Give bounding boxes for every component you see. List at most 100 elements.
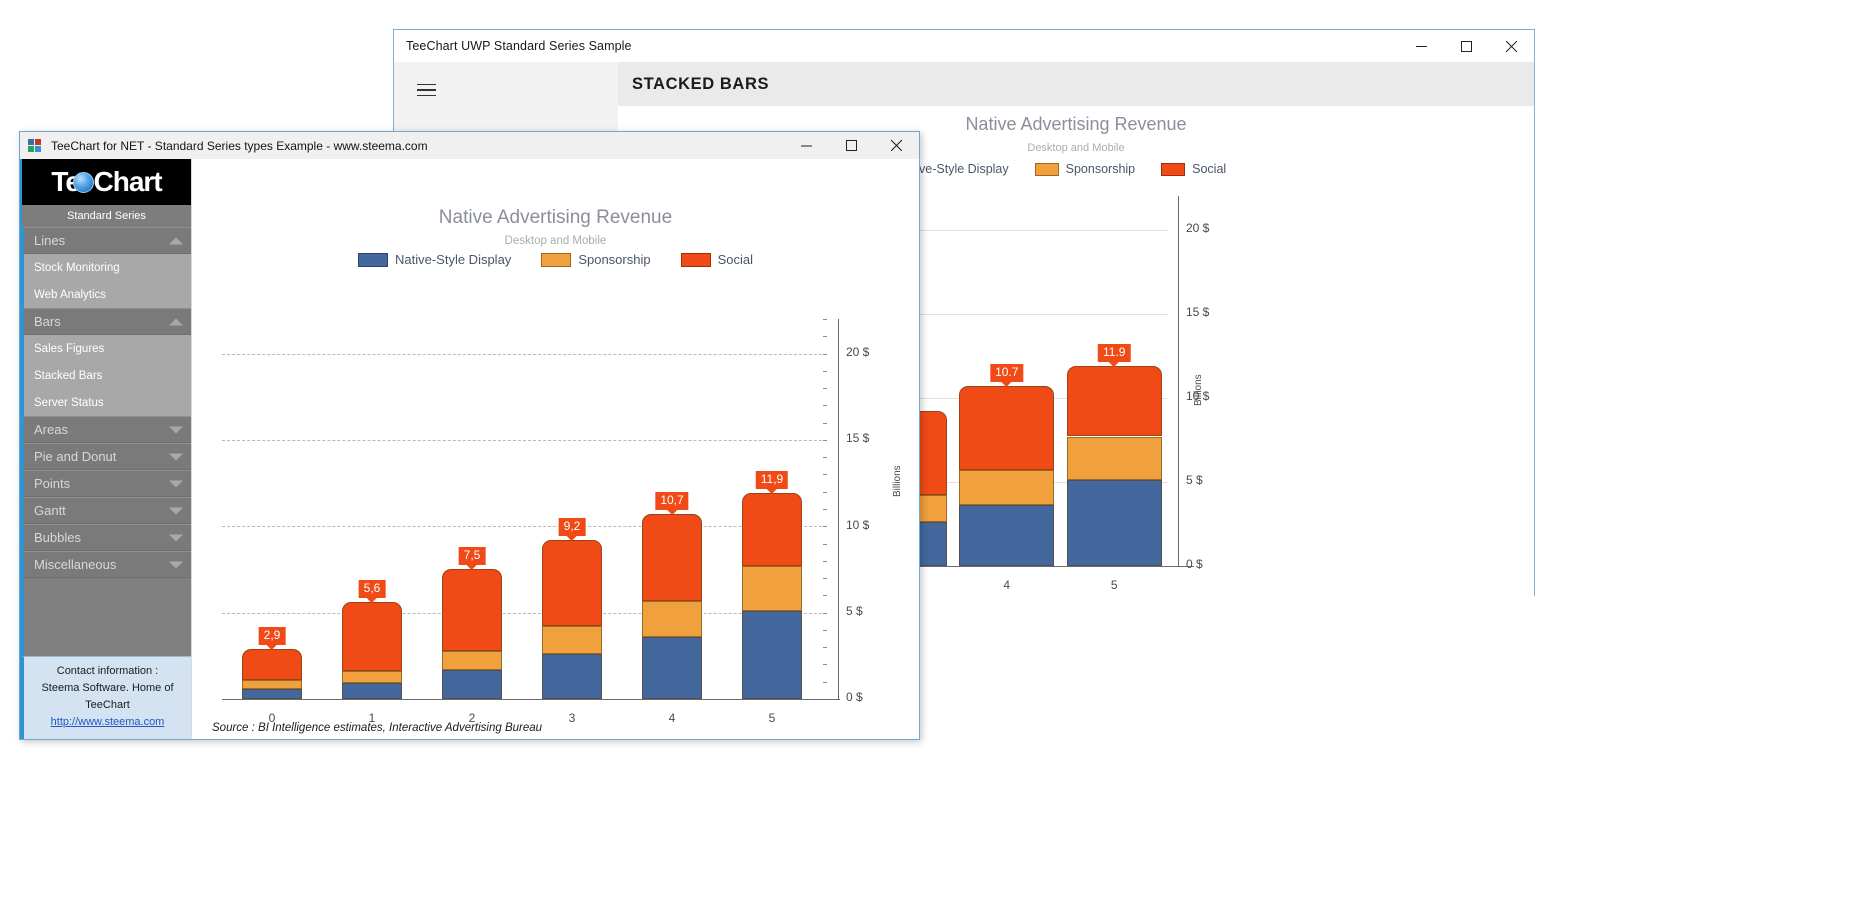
- bar-segment[interactable]: [1067, 437, 1162, 481]
- maximize-icon[interactable]: [1444, 30, 1489, 62]
- chart-legend: Native-Style Display Sponsorship Social: [192, 252, 919, 267]
- sidebar-subtitle: Standard Series: [22, 205, 191, 227]
- axis-tick: [823, 509, 827, 510]
- bar-segment[interactable]: [959, 386, 1054, 470]
- winforms-titlebar: TeeChart for NET - Standard Series types…: [20, 132, 919, 159]
- bar-segment[interactable]: [1067, 366, 1162, 437]
- legend-item[interactable]: Native-Style Display: [358, 252, 511, 267]
- y-axis-tick-label: 5 $: [1186, 473, 1203, 487]
- maximize-icon[interactable]: [829, 132, 874, 159]
- sidebar-item-stacked-bars[interactable]: Stacked Bars: [22, 362, 191, 389]
- value-label: 5,6: [359, 580, 386, 598]
- bar-segment[interactable]: [642, 637, 702, 699]
- sidebar-item-stock-monitoring[interactable]: Stock Monitoring: [22, 254, 191, 281]
- sidebar-group-miscellaneous[interactable]: Miscellaneous: [22, 551, 191, 578]
- bar-segment[interactable]: [642, 514, 702, 600]
- y-axis-tick-label: 20 $: [846, 345, 869, 359]
- bar-column[interactable]: [1067, 196, 1162, 566]
- y-axis-tick-label: 20 $: [1186, 221, 1209, 235]
- bar-segment[interactable]: [542, 654, 602, 699]
- bar-segment[interactable]: [242, 649, 302, 680]
- bar-segment[interactable]: [959, 470, 1054, 505]
- bar-column[interactable]: [742, 319, 802, 699]
- axis-tick: [823, 354, 827, 355]
- bar-segment[interactable]: [742, 566, 802, 611]
- bar-segment[interactable]: [442, 670, 502, 699]
- axis-tick: [823, 595, 827, 596]
- y-axis-tick-label: 0 $: [846, 690, 863, 704]
- bar-column[interactable]: [442, 319, 502, 699]
- sidebar-group-label: Points: [34, 476, 70, 491]
- sidebar-group-bubbles[interactable]: Bubbles: [22, 524, 191, 551]
- bar-column[interactable]: [342, 319, 402, 699]
- legend-item[interactable]: Social: [681, 252, 753, 267]
- axis-tick: [823, 457, 827, 458]
- sidebar-group-label: Areas: [34, 422, 68, 437]
- chevron-down-icon: [169, 426, 183, 433]
- steema-website-link[interactable]: http://www.steema.com: [51, 716, 165, 728]
- bar-segment[interactable]: [742, 611, 802, 699]
- bar-segment[interactable]: [242, 680, 302, 689]
- minimize-icon[interactable]: [1399, 30, 1444, 62]
- minimize-icon[interactable]: [784, 132, 829, 159]
- bar-segment[interactable]: [342, 683, 402, 699]
- chevron-up-icon: [169, 318, 183, 325]
- sidebar-group-bars[interactable]: Bars: [22, 308, 191, 335]
- bar-segment[interactable]: [442, 569, 502, 650]
- legend-item[interactable]: Sponsorship: [1035, 162, 1136, 176]
- sidebar-item-server-status[interactable]: Server Status: [22, 389, 191, 416]
- axis-tick: [823, 613, 827, 614]
- sidebar-group-label: Lines: [34, 233, 65, 248]
- axis-tick: [823, 371, 827, 372]
- value-label-pointer: [367, 598, 377, 603]
- sidebar-item-label: Stacked Bars: [34, 370, 102, 382]
- axis-tick: [823, 647, 827, 648]
- bar-segment[interactable]: [542, 626, 602, 654]
- bar-column[interactable]: [542, 319, 602, 699]
- sidebar-group-lines[interactable]: Lines: [22, 227, 191, 254]
- axis-tick: [823, 388, 827, 389]
- x-axis-tick-label: 4: [642, 711, 702, 725]
- chevron-down-icon: [169, 534, 183, 541]
- sidebar-nav-list: Lines Stock MonitoringWeb AnalyticsBarsSa…: [22, 227, 191, 578]
- legend-item[interactable]: Sponsorship: [541, 252, 650, 267]
- hamburger-menu-icon[interactable]: [402, 68, 450, 112]
- legend-swatch: [358, 253, 388, 267]
- bar-segment[interactable]: [242, 689, 302, 699]
- sidebar-group-label: Miscellaneous: [34, 557, 116, 572]
- bar-segment[interactable]: [742, 493, 802, 566]
- axis-tick: [823, 578, 827, 579]
- sidebar-item-label: Server Status: [34, 397, 104, 409]
- uwp-page-header: STACKED BARS: [618, 62, 1534, 106]
- bar-segment[interactable]: [342, 602, 402, 671]
- legend-item[interactable]: Social: [1161, 162, 1226, 176]
- value-label: 10,7: [655, 492, 688, 510]
- winforms-body: Te Chart Standard Series LinesStock Moni…: [20, 159, 919, 739]
- bar-segment[interactable]: [342, 671, 402, 683]
- sidebar-group-pie-and-donut[interactable]: Pie and Donut: [22, 443, 191, 470]
- legend-swatch: [1161, 163, 1185, 176]
- sidebar-item-web-analytics[interactable]: Web Analytics: [22, 281, 191, 308]
- sidebar-group-label: Gantt: [34, 503, 66, 518]
- plot-area: 2,95,67,59,210,711,9: [222, 319, 822, 699]
- chevron-up-icon: [169, 237, 183, 244]
- bar-segment[interactable]: [442, 651, 502, 670]
- y-axis-line: [838, 319, 839, 699]
- sidebar-group-areas[interactable]: Areas: [22, 416, 191, 443]
- close-icon[interactable]: [874, 132, 919, 159]
- value-label: 7,5: [459, 547, 486, 565]
- uwp-caption-buttons: [1399, 30, 1534, 62]
- sidebar-group-gantt[interactable]: Gantt: [22, 497, 191, 524]
- sidebar-item-sales-figures[interactable]: Sales Figures: [22, 335, 191, 362]
- bar-segment[interactable]: [959, 505, 1054, 566]
- x-axis-line: [222, 699, 840, 700]
- close-icon[interactable]: [1489, 30, 1534, 62]
- bar-segment[interactable]: [542, 540, 602, 626]
- gridline: [222, 613, 822, 614]
- sidebar-group-points[interactable]: Points: [22, 470, 191, 497]
- uwp-titlebar: TeeChart UWP Standard Series Sample: [394, 30, 1534, 62]
- bar-segment[interactable]: [1067, 480, 1162, 566]
- bar-segment[interactable]: [642, 601, 702, 637]
- axis-tick: [823, 405, 827, 406]
- legend-label: Social: [718, 252, 753, 267]
